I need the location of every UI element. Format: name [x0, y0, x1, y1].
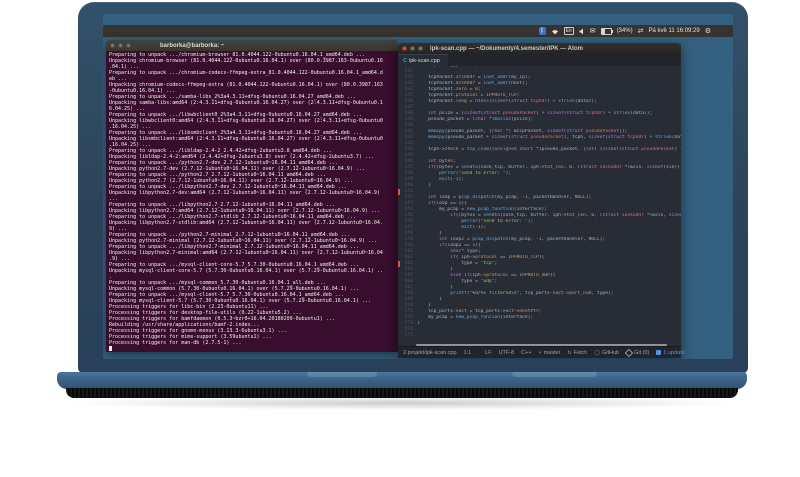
- laptop-base: [57, 372, 747, 389]
- terminal-cursor: [109, 346, 112, 351]
- laptop-mockup: ᛒ En ✉ (34%) ⇄ Pá kvě 11 16:09:29 ⚙ barb…: [0, 0, 800, 477]
- laptop-screen: ᛒ En ✉ (34%) ⇄ Pá kvě 11 16:09:29 ⚙ barb…: [103, 14, 733, 359]
- terminal-line: Unpacking samba-libs:amd64 (2:4.3.11+dfs…: [109, 100, 383, 106]
- branch-icon: ⑂: [538, 349, 542, 356]
- atom-titlebar[interactable]: ipk-scan.cpp — ~/Dokumenty/4.semester/IP…: [398, 43, 681, 54]
- laptop-lid: ᛒ En ✉ (34%) ⇄ Pá kvě 11 16:09:29 ⚙ barb…: [78, 2, 748, 373]
- terminal-output[interactable]: Preparing to unpack .../chromium-browser…: [106, 51, 398, 352]
- language-indicator[interactable]: C++: [521, 350, 531, 356]
- code-editor[interactable]: 530 tcph->urg_ptr = 0;531 532 tcpPacket.…: [398, 66, 681, 343]
- terminal-line: Unpacking libwbclient0:amd64 (2:4.3.11+d…: [109, 118, 383, 124]
- laptop-shadow: [60, 396, 744, 410]
- terminal-title: barborka@barborka: ~: [160, 42, 225, 49]
- cpp-file-icon: C: [403, 57, 407, 64]
- mail-icon[interactable]: ✉: [590, 28, 596, 35]
- code-line: 575: [404, 333, 413, 338]
- line-ending-indicator[interactable]: LF: [485, 350, 491, 356]
- github-button[interactable]: ◯ GitHub: [594, 350, 619, 356]
- terminal-titlebar[interactable]: barborka@barborka: ~: [106, 40, 398, 51]
- terminal-line: Unpacking libsmbclient:amd64 (2:4.3.11+d…: [109, 136, 383, 142]
- tab-ipk-scan-cpp[interactable]: C ipk-scan.cpp: [398, 54, 448, 66]
- minimize-button[interactable]: [118, 43, 123, 48]
- atom-window-title: ipk-scan.cpp — ~/Dokumenty/4.semester/IP…: [430, 45, 583, 52]
- close-button[interactable]: [402, 46, 407, 51]
- terminal-line: Unpacking libpython2.7-minimal:amd64 (2.…: [109, 250, 383, 256]
- base-notch-left: [307, 372, 377, 377]
- maximize-button[interactable]: [418, 46, 423, 51]
- sync-arrows-icon[interactable]: ⇄: [638, 28, 644, 35]
- terminal-line: Unpacking mysql-client-core-5.7 (5.7.30-…: [109, 268, 383, 274]
- atom-window: ipk-scan.cpp — ~/Dokumenty/4.semester/IP…: [398, 43, 685, 358]
- minimize-button[interactable]: [410, 46, 415, 51]
- cursor-position[interactable]: 1:1: [464, 350, 472, 356]
- bluetooth-icon[interactable]: ᛒ: [538, 27, 546, 35]
- github-icon: ◯: [594, 349, 600, 356]
- code-area: 530 tcph->urg_ptr = 0;531 532 tcpPacket.…: [398, 66, 681, 339]
- terminal-line: Unpacking libpython2.7-stdlib:amd64 (2.7…: [109, 220, 383, 226]
- horizontal-scrollbar[interactable]: [398, 343, 681, 346]
- tab-bar: C ipk-scan.cpp: [398, 54, 681, 66]
- encoding-indicator[interactable]: UTF-8: [499, 350, 515, 356]
- close-button[interactable]: [110, 43, 115, 48]
- git-icon: [624, 348, 634, 357]
- keyboard-layout-indicator[interactable]: En: [563, 27, 574, 35]
- fetch-button[interactable]: ↻ Fetch: [567, 350, 587, 356]
- terminal-line: Unpacking chromium-browser (81.0.4044.12…: [109, 58, 383, 64]
- fetch-icon: ↻: [567, 349, 572, 356]
- battery-percent: (34%): [616, 28, 633, 34]
- update-icon: [656, 350, 662, 355]
- git-branch-button[interactable]: ⑂ master: [539, 350, 561, 356]
- clock[interactable]: Pá kvě 11 16:09:29: [648, 28, 699, 34]
- terminal-window: barborka@barborka: ~ Preparing to unpack…: [106, 40, 398, 352]
- wifi-icon[interactable]: [551, 28, 559, 35]
- status-bar: 2.projekt/ipk-scan.cpp 1:1 LF UTF-8 C++ …: [398, 346, 685, 358]
- git-changes-button[interactable]: Git (0): [624, 348, 649, 357]
- volume-icon[interactable]: [579, 28, 585, 35]
- update-notice[interactable]: 1 update: [656, 350, 685, 356]
- base-notch-right: [512, 372, 597, 377]
- maximize-button[interactable]: [126, 43, 131, 48]
- terminal-line: Unpacking libpython2.7-dev:amd64 (2.7.12…: [109, 190, 380, 196]
- file-path[interactable]: 2.projekt/ipk-scan.cpp: [403, 350, 457, 356]
- power-gear-icon[interactable]: ⚙: [705, 28, 711, 35]
- battery-icon[interactable]: [600, 27, 613, 35]
- terminal-cursor-line: [109, 346, 395, 352]
- tab-label: ipk-scan.cpp: [408, 57, 440, 64]
- terminal-line: Preparing to unpack .../chromium-codecs-…: [109, 70, 383, 76]
- ubuntu-top-panel: ᛒ En ✉ (34%) ⇄ Pá kvě 11 16:09:29 ⚙: [103, 25, 733, 37]
